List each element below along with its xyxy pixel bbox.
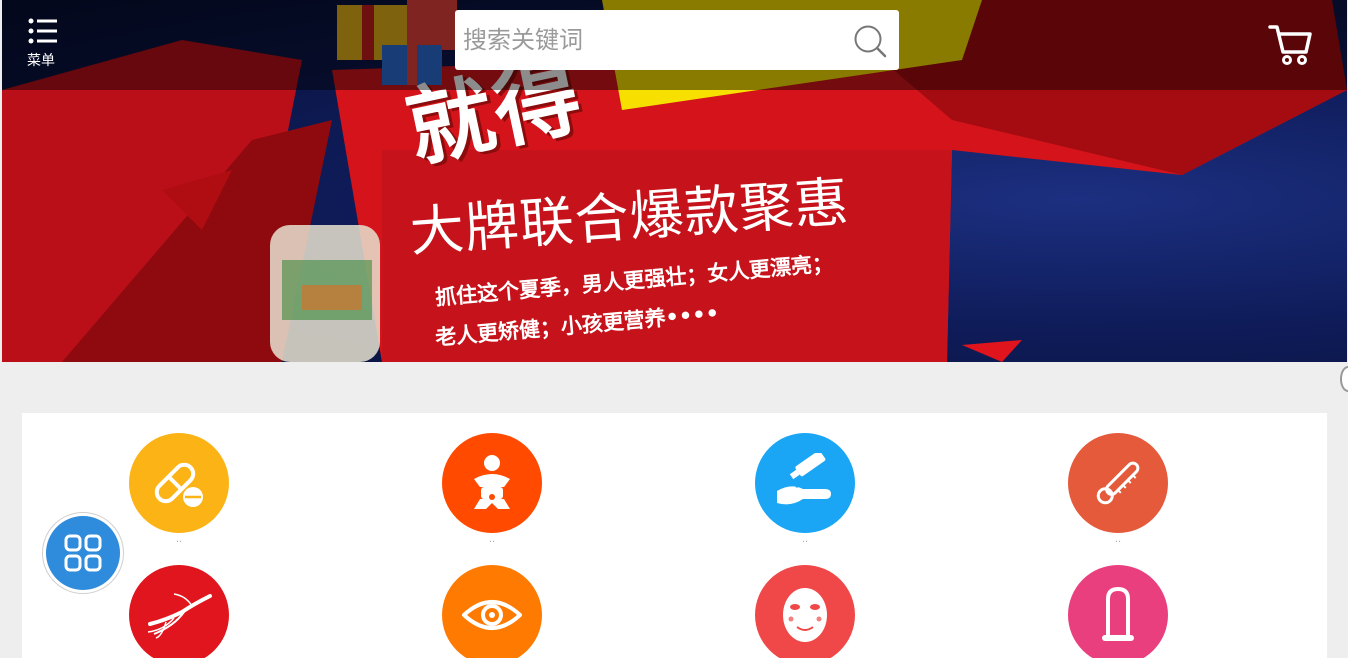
face-mask-icon <box>783 588 827 642</box>
category-circle <box>755 433 855 533</box>
category-item-eye[interactable] <box>442 565 542 658</box>
quick-menu-button[interactable] <box>42 512 124 594</box>
category-item-baby[interactable]: ·· <box>442 433 542 551</box>
category-circle <box>442 565 542 658</box>
hand-cream-icon <box>777 453 831 505</box>
category-item-face-mask[interactable] <box>755 565 855 658</box>
category-item-condom[interactable] <box>1068 565 1168 658</box>
category-circle <box>442 433 542 533</box>
pill-icon <box>154 462 203 507</box>
grid-icon <box>64 534 102 572</box>
top-bar: 菜单 <box>2 0 1347 90</box>
category-item-pills[interactable]: ·· <box>129 433 229 551</box>
category-circle <box>1068 565 1168 658</box>
category-circle <box>129 565 229 658</box>
scroll-handle[interactable] <box>1340 366 1348 392</box>
ginseng-icon <box>147 593 212 639</box>
cart-icon[interactable] <box>1268 24 1312 66</box>
category-circle <box>129 433 229 533</box>
menu-list-icon <box>28 18 57 44</box>
category-item-skincare[interactable]: ·· <box>755 433 855 551</box>
category-label: ·· <box>1114 537 1122 548</box>
category-item-ginseng[interactable] <box>129 565 229 658</box>
category-item-thermometer[interactable]: ·· <box>1068 433 1168 551</box>
category-panel: ·· ·· ·· ·· <box>22 413 1327 658</box>
category-circle <box>1068 433 1168 533</box>
search-icon[interactable] <box>853 24 887 58</box>
search-box <box>455 10 899 70</box>
menu-button[interactable]: 菜单 <box>20 18 70 74</box>
thermometer-icon <box>1096 461 1140 505</box>
category-label: ·· <box>488 537 496 548</box>
search-input[interactable] <box>463 20 833 60</box>
baby-icon <box>474 455 510 509</box>
category-label: ·· <box>801 537 809 548</box>
category-label: ·· <box>175 537 183 548</box>
eye-icon <box>462 600 522 630</box>
condom-icon <box>1102 586 1134 641</box>
menu-label: 菜单 <box>27 53 55 69</box>
category-circle <box>755 565 855 658</box>
quick-menu-circle <box>46 516 120 590</box>
